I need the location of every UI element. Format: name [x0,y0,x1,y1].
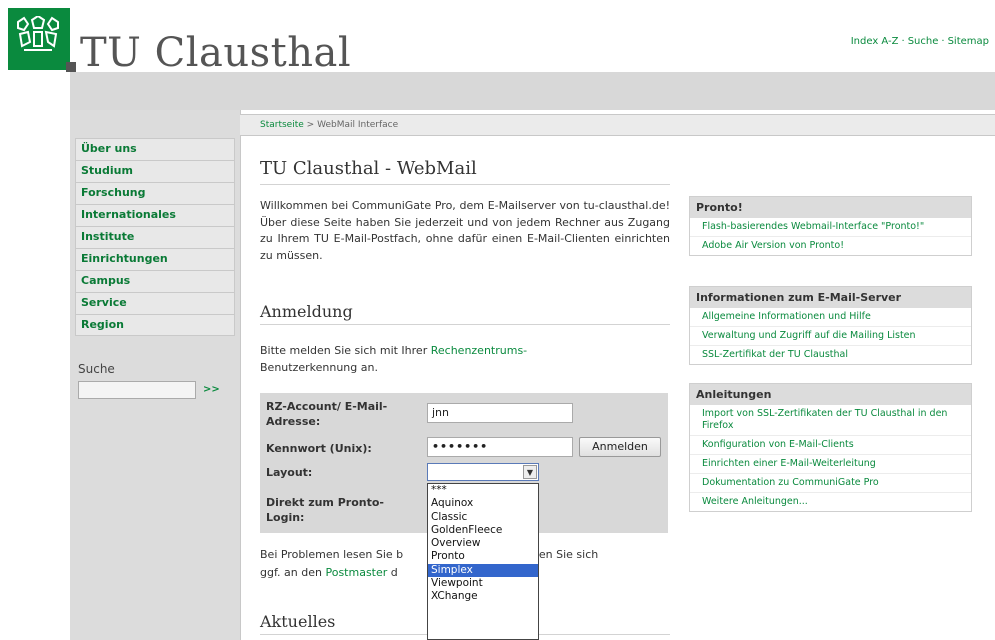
sidebar-link[interactable]: Import von SSL-Zertifikaten der TU Claus… [690,405,971,436]
layout-option[interactable]: *** [428,484,538,497]
account-label: RZ-Account/ E-Mail-Adresse: [266,400,388,428]
nav-item-forschung[interactable]: Forschung [75,182,235,204]
sidebar-box-guides: Anleitungen Import von SSL-Zertifikaten … [689,383,972,512]
layout-select[interactable]: ▼ [427,463,539,481]
nav-item-region[interactable]: Region [75,314,235,336]
nav-item-institute[interactable]: Institute [75,226,235,248]
sidebar-box-title: Informationen zum E-Mail-Server [690,287,971,308]
site-title[interactable]: TU Clausthal [80,30,351,76]
divider [260,184,670,185]
header-band [70,72,995,110]
login-button[interactable]: Anmelden [579,437,661,457]
sidebar-link[interactable]: Adobe Air Version von Pronto! [690,237,971,255]
sidebar-box-title: Anleitungen [690,384,971,405]
computing-center-link[interactable]: Rechenzentrums- [431,344,527,357]
sidebar-link[interactable]: Allgemeine Informationen und Hilfe [690,308,971,327]
top-link-sitemap[interactable]: Sitemap [948,36,989,47]
search-input[interactable] [78,381,196,399]
breadcrumb: Startseite > WebMail Interface [240,114,995,136]
university-logo[interactable] [8,8,76,72]
search-go-button[interactable]: >> [203,384,220,395]
news-heading: Aktuelles [260,612,336,631]
nav-item-service[interactable]: Service [75,292,235,314]
breadcrumb-current: WebMail Interface [317,120,399,130]
top-link-index[interactable]: Index A-Z [851,36,899,47]
sidebar-link[interactable]: Einrichten einer E-Mail-Weiterleitung [690,455,971,474]
intro-text: Willkommen bei CommuniGate Pro, dem E-Ma… [260,199,670,262]
nav-item-campus[interactable]: Campus [75,270,235,292]
problem-line2-prefix: ggf. an den [260,566,326,579]
layout-option[interactable]: Aquinox [428,497,538,510]
nav-item-studium[interactable]: Studium [75,160,235,182]
layout-option[interactable]: XChange [428,590,538,603]
pronto-label: Direkt zum Pronto-Login: [266,496,384,524]
nav-item-internationales[interactable]: Internationales [75,204,235,226]
login-note: Bitte melden Sie sich mit Ihrer Rechenze… [260,342,670,376]
postmaster-link[interactable]: Postmaster [325,566,387,579]
nav-item-einrichtungen[interactable]: Einrichtungen [75,248,235,270]
password-label: Kennwort (Unix): [266,442,372,455]
layout-dropdown-list: *** Aquinox Classic GoldenFleece Overvie… [427,483,539,640]
crest-icon [17,16,59,51]
divider [260,324,670,325]
sidebar-box-server-info: Informationen zum E-Mail-Server Allgemei… [689,286,972,365]
problem-prefix: Bei Problemen lesen Sie b [260,548,404,561]
sidebar-link[interactable]: Weitere Anleitungen... [690,493,971,511]
sidebar-box-title: Pronto! [690,197,971,218]
account-field[interactable]: jnn [427,403,573,423]
page-title: TU Clausthal - WebMail [260,158,477,179]
nav-item-ueber-uns[interactable]: Über uns [75,138,235,160]
breadcrumb-separator: > [306,120,315,130]
top-link-search[interactable]: Suche [908,36,939,47]
sidebar-link[interactable]: Flash-basierendes Webmail-Interface "Pro… [690,218,971,237]
sidebar-link[interactable]: Konfiguration von E-Mail-Clients [690,436,971,455]
sidebar-link[interactable]: Verwaltung und Zugriff auf die Mailing L… [690,327,971,346]
separator-dot: · [941,36,945,47]
sidebar-box-pronto: Pronto! Flash-basierendes Webmail-Interf… [689,196,972,256]
layout-option[interactable]: Overview [428,537,538,550]
layout-option[interactable]: Pronto [428,550,538,563]
top-links: Index A-Z · Suche · Sitemap [851,36,989,47]
search-label: Suche [78,362,115,376]
password-field[interactable]: ••••••• [427,437,573,457]
login-heading: Anmeldung [260,302,353,321]
layout-option[interactable]: Viewpoint [428,577,538,590]
layout-option[interactable]: GoldenFleece [428,524,538,537]
separator-dot: · [901,36,905,47]
main-navigation: Über uns Studium Forschung International… [75,138,235,336]
chevron-down-icon[interactable]: ▼ [523,465,537,479]
login-note-suffix: Benutzerkennung an. [260,361,378,374]
layout-option-highlighted[interactable]: Simplex [428,563,538,578]
login-note-prefix: Bitte melden Sie sich mit Ihrer [260,344,431,357]
sidebar-link[interactable]: SSL-Zertifikat der TU Clausthal [690,346,971,364]
problem-line2-suffix: d [387,566,398,579]
logo-square [66,62,76,72]
layout-option[interactable]: Classic [428,511,538,524]
sidebar-link[interactable]: Dokumentation zu CommuniGate Pro [690,474,971,493]
breadcrumb-home-link[interactable]: Startseite [260,120,304,130]
layout-label: Layout: [266,466,313,479]
